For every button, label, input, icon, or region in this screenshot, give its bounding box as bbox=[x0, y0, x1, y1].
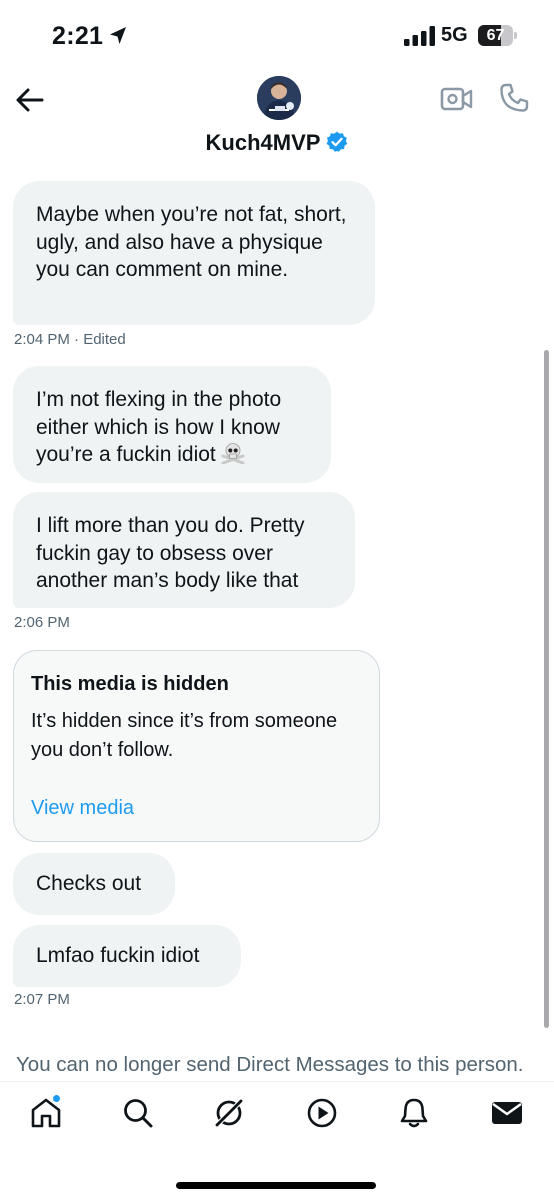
message-timestamp: 2:06 PM bbox=[14, 614, 70, 631]
message-bubble[interactable]: I lift more than you do. Pretty fuckin g… bbox=[13, 492, 355, 608]
tab-grok[interactable] bbox=[212, 1096, 246, 1130]
battery-icon: 67 bbox=[478, 25, 518, 46]
hidden-media-body: It’s hidden since it’s from someone you … bbox=[31, 710, 338, 761]
message-bubble[interactable]: Maybe when you’re not fat, short, ugly, … bbox=[13, 181, 375, 325]
dm-restriction-notice: You can no longer send Direct Messages t… bbox=[16, 1053, 524, 1076]
bell-icon bbox=[400, 1098, 428, 1128]
grok-icon bbox=[215, 1099, 243, 1127]
play-icon bbox=[307, 1098, 337, 1128]
cellular-signal-icon bbox=[404, 26, 435, 46]
back-arrow-icon[interactable] bbox=[12, 82, 48, 118]
notification-dot bbox=[52, 1094, 61, 1103]
message-timestamp: 2:07 PM bbox=[14, 991, 70, 1008]
location-arrow-icon bbox=[110, 27, 126, 44]
tab-search[interactable] bbox=[121, 1096, 155, 1130]
message-bubble[interactable]: Lmfao fuckin idiot bbox=[13, 925, 241, 987]
tab-messages[interactable] bbox=[490, 1096, 524, 1130]
phone-call-icon[interactable] bbox=[498, 82, 530, 114]
message-text: Checks out bbox=[36, 872, 142, 895]
hidden-media-card: This media is hidden It’s hidden since i… bbox=[13, 650, 380, 842]
avatar[interactable] bbox=[257, 76, 301, 120]
message-bubble[interactable]: I’m not flexing in the photo either whic… bbox=[13, 366, 331, 483]
conversation-title[interactable]: Kuch4MVP bbox=[0, 130, 554, 156]
tab-video[interactable] bbox=[305, 1096, 339, 1130]
video-call-icon[interactable] bbox=[440, 84, 474, 114]
status-time: 2:21 bbox=[52, 22, 104, 50]
message-bubble[interactable]: Checks out bbox=[13, 853, 175, 915]
tab-notifications[interactable] bbox=[397, 1096, 431, 1130]
mail-icon bbox=[492, 1102, 522, 1124]
status-bar: 2:21 5G 67 bbox=[0, 0, 554, 72]
message-text: Lmfao fuckin idiot bbox=[36, 944, 200, 967]
battery-level: 67 bbox=[486, 27, 505, 44]
conversation-header: Kuch4MVP bbox=[0, 72, 554, 164]
tab-bar bbox=[0, 1082, 554, 1152]
display-name: Kuch4MVP bbox=[205, 130, 321, 155]
message-text: Maybe when you’re not fat, short, ugly, … bbox=[36, 203, 347, 281]
network-type: 5G bbox=[441, 24, 468, 46]
view-media-link[interactable]: View media bbox=[31, 797, 134, 820]
message-text: I lift more than you do. Pretty fuckin g… bbox=[36, 514, 305, 592]
message-timestamp: 2:04 PM · Edited bbox=[14, 331, 126, 348]
search-icon bbox=[124, 1099, 153, 1128]
verified-badge-icon bbox=[327, 131, 348, 152]
skull-crossbones-icon bbox=[221, 443, 245, 464]
home-indicator[interactable] bbox=[176, 1182, 376, 1189]
scrollbar[interactable] bbox=[544, 350, 549, 1028]
hidden-media-title: This media is hidden bbox=[31, 673, 229, 695]
